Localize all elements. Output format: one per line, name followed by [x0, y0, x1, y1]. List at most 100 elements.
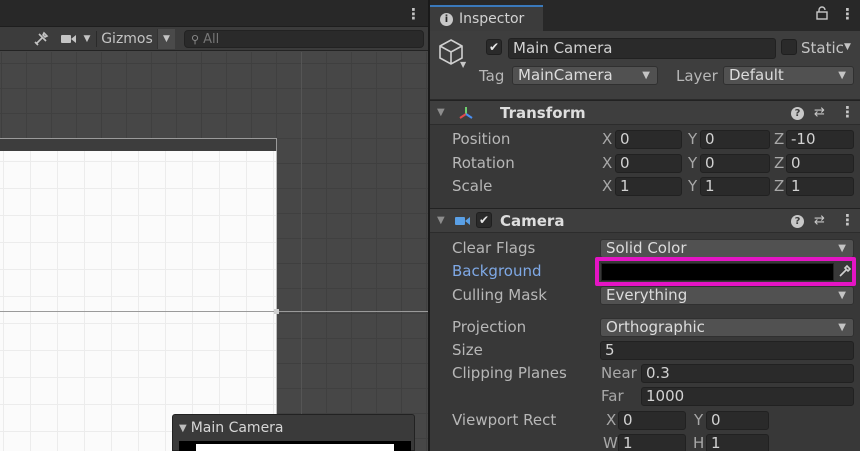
more-options-icon[interactable]: ⋮: [406, 5, 421, 23]
near-field[interactable]: 0.3: [641, 364, 854, 383]
viewport-w-label[interactable]: W: [603, 434, 618, 451]
rotation-z-field[interactable]: 0: [786, 154, 854, 173]
position-z-field[interactable]: -10: [786, 130, 854, 149]
camera-preview-content: [196, 444, 394, 451]
y-axis-label[interactable]: Y: [688, 130, 697, 148]
projection-label: Projection: [452, 318, 527, 336]
projection-value: Orthographic: [606, 318, 705, 336]
static-checkbox[interactable]: [781, 39, 797, 55]
viewport-y-field[interactable]: 0: [706, 411, 769, 430]
viewport-x-field[interactable]: 0: [618, 411, 686, 430]
tag-label: Tag: [479, 67, 505, 85]
camera-icon[interactable]: [58, 29, 80, 49]
size-field[interactable]: 5: [600, 341, 854, 360]
foldout-arrow-icon[interactable]: ▼: [437, 215, 445, 226]
collapse-triangle-icon[interactable]: ▼: [179, 423, 187, 434]
scale-x-field[interactable]: 1: [615, 177, 682, 196]
icon-dropdown-arrow-icon[interactable]: ▼: [460, 60, 466, 69]
inspector-tab-bar: i Inspector ⋮: [430, 0, 860, 31]
position-y-field[interactable]: 0: [700, 130, 770, 149]
camera-enabled-checkbox[interactable]: ✔: [476, 212, 492, 228]
viewport-rect-label: Viewport Rect: [452, 411, 557, 429]
clear-flags-label: Clear Flags: [452, 239, 536, 257]
position-row: Position X 0 Y 0 Z -10: [430, 128, 860, 151]
help-icon[interactable]: ?: [791, 215, 804, 228]
tab-inspector-label: Inspector: [459, 11, 525, 27]
viewport-x-label[interactable]: X: [606, 411, 616, 429]
camera-preview-window[interactable]: ▼ Main Camera: [172, 414, 415, 451]
transform-icon: [458, 105, 474, 125]
grid-axis-vertical: [301, 52, 302, 451]
x-axis-label[interactable]: X: [602, 130, 612, 148]
tag-value: MainCamera: [518, 66, 613, 84]
foldout-arrow-icon[interactable]: ▼: [437, 107, 445, 118]
size-label: Size: [452, 341, 483, 359]
size-row: Size 5: [430, 339, 860, 362]
near-label[interactable]: Near: [601, 364, 637, 382]
scene-search-field[interactable]: ⚲: [184, 30, 424, 48]
presets-icon[interactable]: ⇄: [814, 105, 825, 120]
more-options-icon[interactable]: ⋮: [840, 103, 855, 121]
gizmos-dropdown-arrow-icon[interactable]: ▼: [157, 29, 175, 49]
static-label: Static: [801, 39, 844, 57]
eyedropper-icon[interactable]: [838, 264, 852, 282]
far-field[interactable]: 1000: [641, 387, 854, 406]
x-axis-label[interactable]: X: [602, 154, 612, 172]
chevron-down-icon: ▼: [838, 70, 846, 81]
background-color-field[interactable]: [601, 263, 834, 281]
toolbar-separator: [96, 31, 97, 47]
clipping-planes-row: Clipping Planes Near 0.3: [430, 362, 860, 385]
viewport-h-label[interactable]: H: [693, 434, 704, 451]
gizmos-button[interactable]: Gizmos: [98, 29, 156, 49]
grid-axis-horizontal: [0, 311, 428, 312]
layer-label: Layer: [676, 67, 718, 85]
camera-preview-title: Main Camera: [190, 420, 284, 436]
search-icon: ⚲: [191, 32, 200, 46]
chevron-down-icon: ▼: [838, 243, 846, 254]
far-row: Far 1000: [430, 385, 860, 408]
scene-tab-bar: ⋮: [0, 0, 428, 27]
y-axis-label[interactable]: Y: [688, 177, 697, 195]
far-label[interactable]: Far: [601, 387, 624, 405]
presets-icon[interactable]: ⇄: [814, 213, 825, 228]
scene-search-input[interactable]: [203, 31, 404, 47]
clear-flags-value: Solid Color: [606, 239, 687, 257]
z-axis-label[interactable]: Z: [774, 177, 784, 195]
transform-component-header[interactable]: ▼ Transform ? ⇄ ⋮: [430, 100, 860, 125]
position-x-field[interactable]: 0: [615, 130, 682, 149]
viewport-y-label[interactable]: Y: [694, 411, 703, 429]
tools-icon[interactable]: [30, 29, 52, 49]
info-icon: i: [440, 12, 453, 26]
layer-dropdown[interactable]: Default ▼: [723, 66, 854, 85]
static-dropdown-arrow-icon[interactable]: ▼: [844, 42, 851, 52]
culling-mask-dropdown[interactable]: Everything ▼: [600, 286, 854, 305]
camera-frame-handle[interactable]: [274, 309, 279, 314]
scale-z-field[interactable]: 1: [786, 177, 854, 196]
projection-dropdown[interactable]: Orthographic ▼: [600, 318, 854, 337]
y-axis-label[interactable]: Y: [688, 154, 697, 172]
viewport-h-field[interactable]: 1: [706, 434, 769, 451]
viewport-rect-row: Viewport Rect X 0 Y 0: [430, 409, 860, 432]
scene-view[interactable]: ⋮ ▼ Gizmos ▼ ⚲ ▼ Main Camera: [0, 0, 428, 451]
x-axis-label[interactable]: X: [602, 177, 612, 195]
tab-inspector[interactable]: i Inspector: [430, 5, 543, 31]
scale-y-field[interactable]: 1: [700, 177, 770, 196]
camera-dropdown-arrow-icon[interactable]: ▼: [80, 29, 94, 49]
projection-row: Projection Orthographic ▼: [430, 316, 860, 339]
gameobject-name-field[interactable]: Main Camera: [508, 38, 776, 59]
rotation-y-field[interactable]: 0: [700, 154, 770, 173]
z-axis-label[interactable]: Z: [774, 154, 784, 172]
gameobject-active-checkbox[interactable]: ✔: [486, 39, 502, 55]
viewport-w-field[interactable]: 1: [618, 434, 686, 451]
clear-flags-dropdown[interactable]: Solid Color ▼: [600, 239, 854, 258]
camera-component-header[interactable]: ▼ ✔ Camera ? ⇄ ⋮: [430, 208, 860, 233]
tag-dropdown[interactable]: MainCamera ▼: [512, 66, 658, 85]
lock-icon[interactable]: [816, 6, 828, 24]
scale-label: Scale: [452, 177, 493, 195]
rotation-x-field[interactable]: 0: [615, 154, 682, 173]
chevron-down-icon: ▼: [838, 322, 846, 333]
help-icon[interactable]: ?: [791, 107, 804, 120]
more-options-icon[interactable]: ⋮: [840, 5, 855, 23]
z-axis-label[interactable]: Z: [774, 130, 784, 148]
more-options-icon[interactable]: ⋮: [840, 211, 855, 229]
